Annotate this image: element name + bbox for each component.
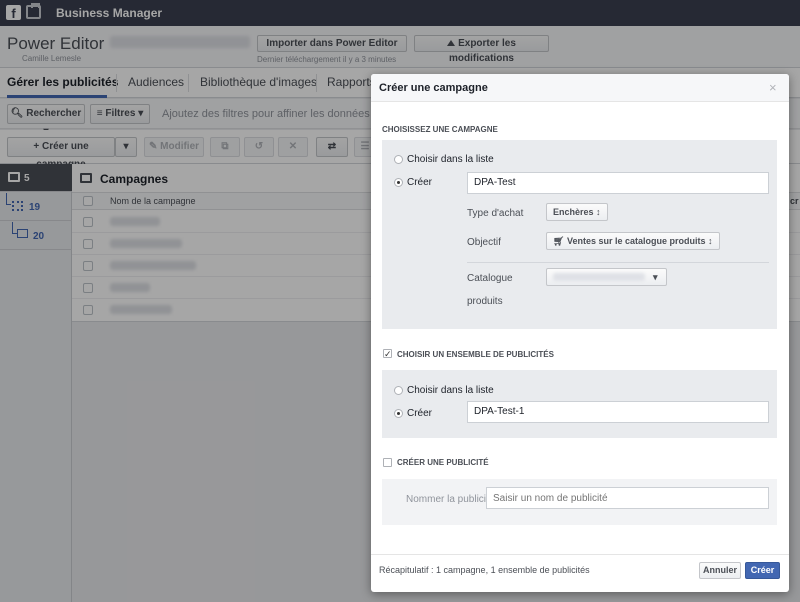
- catalog-value: [553, 273, 645, 281]
- ad-name-input[interactable]: [486, 487, 769, 509]
- choose-adset-list-label[interactable]: Choisir dans la liste: [407, 385, 494, 396]
- campaign-panel: Choisir dans la liste Créer DPA-Test Typ…: [382, 140, 777, 329]
- ad-panel: Nommer la publicité: [382, 479, 777, 525]
- catalog-label-line2: produits: [467, 296, 503, 307]
- ad-section-title[interactable]: Créer une publicité: [397, 458, 489, 467]
- create-adset-radio[interactable]: [394, 409, 403, 418]
- adset-section-title[interactable]: Choisir un ensemble de publicités: [397, 350, 554, 359]
- choose-campaign-list-label[interactable]: Choisir dans la liste: [407, 154, 494, 165]
- campaign-name-input[interactable]: DPA-Test: [467, 172, 769, 194]
- objective-label: Objectif: [467, 237, 501, 248]
- updown-icon: ↕: [596, 207, 601, 217]
- create-campaign-dialog: Créer une campagne × Choisissez une camp…: [371, 74, 789, 592]
- buy-type-value: Enchères: [553, 207, 594, 217]
- buy-type-select[interactable]: Enchères ↕: [546, 203, 608, 221]
- adset-section-checkbox[interactable]: ✓: [383, 349, 392, 359]
- choose-adset-list-radio[interactable]: [394, 386, 403, 395]
- catalog-label-line1: Catalogue: [467, 273, 513, 284]
- footer-divider: [371, 554, 789, 555]
- campaign-section-title: Choisissez une campagne: [382, 125, 498, 134]
- catalog-select[interactable]: ▾: [546, 268, 667, 286]
- chevron-down-icon: ▾: [653, 272, 658, 282]
- create-button[interactable]: Créer: [745, 562, 780, 579]
- updown-icon: ↕: [708, 236, 713, 246]
- objective-select[interactable]: 🛒︎ Ventes sur le catalogue produits ↕: [546, 232, 720, 250]
- create-adset-label[interactable]: Créer: [407, 408, 432, 419]
- adset-panel: Choisir dans la liste Créer DPA-Test-1: [382, 370, 777, 438]
- adset-name-input[interactable]: DPA-Test-1: [467, 401, 769, 423]
- ad-name-label: Nommer la publicité: [406, 494, 495, 505]
- summary-text: Récapitulatif : 1 campagne, 1 ensemble d…: [379, 565, 590, 575]
- create-campaign-radio[interactable]: [394, 178, 403, 187]
- checkmark-icon: ✓: [384, 349, 392, 359]
- dialog-title: Créer une campagne: [379, 82, 488, 94]
- buy-type-label: Type d'achat: [467, 208, 524, 219]
- close-icon[interactable]: ×: [769, 80, 777, 95]
- objective-value: Ventes sur le catalogue produits: [566, 236, 706, 246]
- cancel-button[interactable]: Annuler: [699, 562, 741, 579]
- choose-campaign-list-radio[interactable]: [394, 155, 403, 164]
- divider: [467, 262, 769, 263]
- ad-section-checkbox[interactable]: [383, 458, 392, 467]
- dialog-header: Créer une campagne ×: [371, 74, 789, 102]
- cart-icon: 🛒︎: [553, 236, 565, 246]
- create-campaign-label[interactable]: Créer: [407, 177, 432, 188]
